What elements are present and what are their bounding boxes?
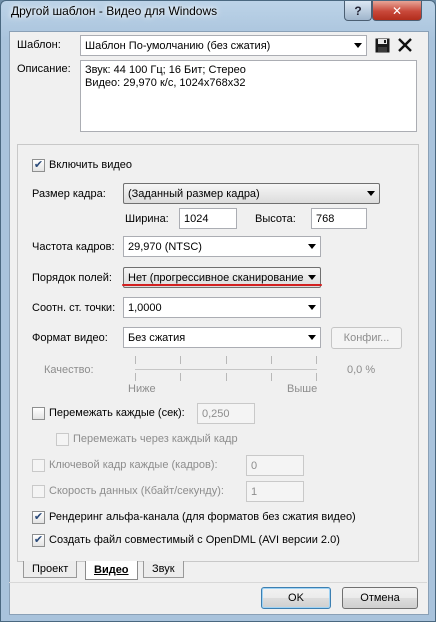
datarate-label: Скорость данных (Кбайт/секунду): (49, 485, 224, 497)
frame-rate-value: 29,970 (NTSC) (128, 240, 202, 253)
interleave-input[interactable]: 0,250 (197, 403, 255, 424)
pixel-aspect-select[interactable]: 1,0000 (123, 297, 321, 318)
interleave-each-frame-label: Перемежать через каждый кадр (73, 433, 238, 445)
tab-strip: Проект Видео Звук (17, 561, 419, 581)
enable-video-label: Включить видео (49, 159, 133, 171)
chevron-down-icon (308, 305, 316, 310)
opendml-checkbox[interactable]: ✔ (32, 534, 45, 547)
height-label: Высота: (255, 213, 296, 225)
quality-high-label: Выше (287, 383, 318, 395)
opendml-label: Создать файл совместимый с OpenDML (AVI … (49, 534, 340, 546)
quality-tick (316, 356, 317, 364)
chevron-down-icon (308, 244, 316, 249)
title-bar[interactable]: Другой шаблон - Видео для Windows ? ✕ (1, 1, 435, 31)
interleave-label: Перемежать каждые (сек): (49, 407, 185, 419)
chevron-down-icon (308, 275, 316, 280)
cancel-button[interactable]: Отмена (342, 587, 418, 609)
frame-size-select[interactable]: (Заданный размер кадра) (123, 183, 380, 204)
field-order-label: Порядок полей: (32, 272, 112, 284)
field-order-value: Нет (прогрессивное сканирование (128, 271, 304, 284)
quality-tick (226, 373, 227, 381)
frame-size-label: Размер кадра: (32, 188, 106, 200)
tab-video[interactable]: Видео (85, 561, 138, 580)
quality-tick (135, 356, 136, 364)
quality-low-label: Ниже (128, 383, 156, 395)
datarate-checkbox[interactable] (32, 485, 45, 498)
width-value: 1024 (184, 212, 209, 225)
pixel-aspect-value: 1,0000 (128, 301, 162, 314)
frame-rate-label: Частота кадров: (32, 241, 115, 253)
height-value: 768 (316, 212, 335, 225)
frame-size-value: (Заданный размер кадра) (128, 187, 260, 200)
keyframe-input[interactable]: 0 (246, 455, 304, 476)
chevron-down-icon (367, 191, 375, 196)
quality-tick (226, 356, 227, 364)
quality-slider[interactable] (135, 369, 317, 370)
bottom-separator (9, 582, 427, 583)
video-settings-panel: ✔ Включить видео Размер кадра: (Заданный… (17, 144, 419, 562)
quality-tick (271, 356, 272, 364)
pixel-aspect-label: Соотн. ст. точки: (32, 302, 116, 314)
quality-label: Качество: (44, 364, 94, 376)
interleave-checkbox[interactable] (32, 407, 45, 420)
video-format-value: Без сжатия (128, 331, 186, 344)
video-format-label: Формат видео: (32, 332, 108, 344)
close-window-button[interactable]: ✕ (372, 1, 422, 21)
keyframe-value: 0 (251, 459, 258, 472)
config-button[interactable]: Конфиг... (331, 327, 402, 349)
video-format-select[interactable]: Без сжатия (123, 327, 321, 348)
video-settings-container: ✔ Включить видео Размер кадра: (Заданный… (9, 31, 429, 615)
frame-rate-select[interactable]: 29,970 (NTSC) (123, 236, 321, 257)
width-label: Ширина: (125, 213, 169, 225)
chevron-down-icon (308, 335, 316, 340)
keyframe-label: Ключевой кадр каждые (кадров): (49, 459, 218, 471)
help-button[interactable]: ? (344, 1, 372, 21)
quality-tick (271, 373, 272, 381)
quality-tick (180, 373, 181, 381)
ok-button[interactable]: OK (261, 587, 331, 609)
quality-tick (180, 356, 181, 364)
width-input[interactable]: 1024 (179, 208, 237, 229)
window-title: Другой шаблон - Видео для Windows (11, 4, 218, 18)
alpha-render-checkbox[interactable]: ✔ (32, 511, 45, 524)
enable-video-checkbox[interactable]: ✔ (32, 159, 45, 172)
quality-tick (135, 373, 136, 381)
datarate-input[interactable]: 1 (246, 481, 304, 502)
quality-tick (316, 373, 317, 381)
dialog-window: Другой шаблон - Видео для Windows ? ✕ Ша… (0, 0, 436, 622)
field-order-annotation-underline (122, 284, 322, 286)
tab-audio[interactable]: Звук (143, 561, 184, 578)
quality-value: 0,0 % (347, 364, 376, 376)
interleave-value: 0,250 (202, 407, 230, 420)
keyframe-checkbox[interactable] (32, 459, 45, 472)
datarate-value: 1 (251, 485, 258, 498)
alpha-render-label: Рендеринг альфа-канала (для форматов без… (49, 511, 356, 523)
height-input[interactable]: 768 (311, 208, 367, 229)
interleave-each-frame-checkbox[interactable] (56, 433, 69, 446)
tab-project[interactable]: Проект (23, 561, 78, 578)
